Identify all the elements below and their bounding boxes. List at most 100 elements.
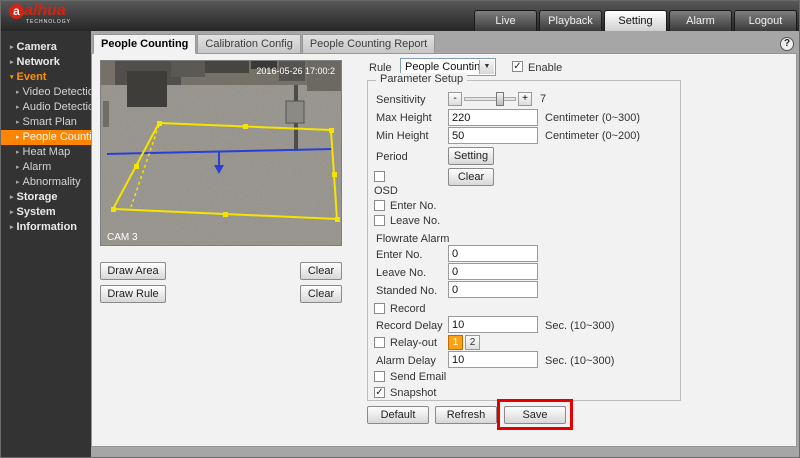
min-height-label: Min Height <box>376 130 429 142</box>
min-height-input[interactable] <box>448 127 538 144</box>
sidebar-item-smart-plan[interactable]: ▸ Smart Plan <box>1 115 91 130</box>
logo-tagline: TECHNOLOGY <box>26 19 72 26</box>
nav-live-button[interactable]: Live <box>474 10 537 31</box>
dahua-logo-icon: a <box>9 3 24 19</box>
sidebar-item-storage[interactable]: ▸ Storage <box>1 190 91 205</box>
enter-no-label: Enter No. <box>390 200 437 212</box>
sensitivity-slider: - + 7 <box>448 92 578 107</box>
sidebar-item-audio-detection[interactable]: ▸ Audio Detection <box>1 100 100 115</box>
osd-clear-button[interactable]: Clear <box>448 168 494 186</box>
flowrate-leave-label: Leave No. <box>376 267 427 279</box>
sidebar-item-alarm[interactable]: ▸ Alarm <box>1 160 91 175</box>
enable-checkbox[interactable] <box>512 61 523 72</box>
draw-rule-button[interactable]: Draw Rule <box>100 285 166 303</box>
flowrate-enter-label: Enter No. <box>376 249 423 261</box>
nav-logout-button[interactable]: Logout <box>734 10 797 31</box>
sensitivity-label: Sensitivity <box>376 94 426 106</box>
sidebar-item-abnormality[interactable]: ▸ Abnormality <box>1 175 91 190</box>
camera-preview-image: 2016-05-26 17:00:2 CAM 3 <box>101 61 341 245</box>
collapse-arrow-icon: ▾ <box>10 74 14 81</box>
draw-area-button[interactable]: Draw Area <box>100 262 166 280</box>
parameter-setup-group: Parameter Setup Sensitivity - + 7 Max He… <box>367 73 681 401</box>
post <box>103 101 109 127</box>
tab-calibration-config[interactable]: Calibration Config <box>197 34 301 54</box>
camera-preview-canvas[interactable]: 2016-05-26 17:00:2 CAM 3 <box>100 60 342 246</box>
expand-arrow-icon: ▸ <box>10 194 14 201</box>
leave-no-checkbox[interactable] <box>374 215 385 226</box>
flowrate-leave-input[interactable] <box>448 263 538 280</box>
expand-arrow-icon: ▸ <box>10 44 14 51</box>
max-height-input[interactable] <box>448 109 538 126</box>
slider-handle[interactable] <box>496 92 504 106</box>
send-email-checkbox[interactable] <box>374 371 385 382</box>
sidebar-item-network[interactable]: ▸ Network <box>1 55 91 70</box>
sidebar-item-information[interactable]: ▸ Information <box>1 220 91 235</box>
record-checkbox[interactable] <box>374 303 385 314</box>
bullet-arrow-icon: ▸ <box>16 149 20 156</box>
slider-minus-button[interactable]: - <box>448 92 462 106</box>
alarm-delay-input[interactable] <box>448 351 538 368</box>
main-content: People Counting Calibration Config Peopl… <box>91 31 799 450</box>
dahua-logo: a alhua TECHNOLOGY <box>9 3 71 25</box>
relay-out-label: Relay-out <box>390 337 438 349</box>
snapshot-checkbox[interactable] <box>374 387 385 398</box>
send-email-label: Send Email <box>390 371 447 383</box>
camera-name-overlay: CAM 3 <box>107 232 138 243</box>
record-delay-hint: Sec. (10~300) <box>545 320 615 332</box>
nav-playback-button[interactable]: Playback <box>539 10 602 31</box>
sidebar: ▸ Camera ▸ Network ▾ Event ▸ Video Detection… <box>1 31 104 457</box>
sidebar-item-system[interactable]: ▸ System <box>1 205 91 220</box>
expand-arrow-icon: ▸ <box>10 224 14 231</box>
period-label: Period <box>376 151 408 163</box>
tab-bar: People Counting Calibration Config Peopl… <box>93 34 436 54</box>
period-setting-button[interactable]: Setting <box>448 147 494 165</box>
save-button[interactable]: Save <box>504 406 566 424</box>
chevron-down-icon: ▼ <box>479 60 494 74</box>
bullet-arrow-icon: ▸ <box>16 104 20 111</box>
osd-checkbox[interactable] <box>374 171 385 182</box>
sidebar-item-event[interactable]: ▾ Event <box>1 70 91 85</box>
sidebar-item-heat-map[interactable]: ▸ Heat Map <box>1 145 91 160</box>
enter-no-checkbox[interactable] <box>374 200 385 211</box>
sidebar-item-video-detection[interactable]: ▸ Video Detection <box>1 85 100 100</box>
machinery <box>127 71 167 107</box>
tab-people-counting-report[interactable]: People Counting Report <box>301 34 436 54</box>
min-height-hint: Centimeter (0~200) <box>545 130 641 142</box>
bullet-arrow-icon: ▸ <box>16 164 20 171</box>
nav-alarm-button[interactable]: Alarm <box>669 10 732 31</box>
max-height-label: Max Height <box>376 112 432 124</box>
nav-setting-button[interactable]: Setting <box>604 10 667 31</box>
record-label: Record <box>390 303 426 315</box>
flowrate-standed-label: Standed No. <box>376 285 438 297</box>
clear-rule-button[interactable]: Clear <box>300 285 342 303</box>
sidebar-item-people-counting[interactable]: ▸ People Counting <box>1 130 104 145</box>
osd-label: OSD <box>374 185 398 197</box>
relay-out-checkbox[interactable] <box>374 337 385 348</box>
clear-area-button[interactable]: Clear <box>300 262 342 280</box>
help-icon[interactable]: ? <box>780 37 794 51</box>
timestamp-overlay: 2016-05-26 17:00:2 <box>256 66 335 76</box>
relay-out-1-button[interactable]: 1 <box>448 335 463 350</box>
sidebar-item-camera[interactable]: ▸ Camera <box>1 40 91 55</box>
slider-plus-button[interactable]: + <box>518 92 532 106</box>
expand-arrow-icon: ▸ <box>10 59 14 66</box>
machinery <box>171 61 205 77</box>
tab-people-counting[interactable]: People Counting <box>93 34 197 54</box>
relay-out-2-button[interactable]: 2 <box>465 335 480 350</box>
record-delay-input[interactable] <box>448 316 538 333</box>
flowrate-alarm-title: Flowrate Alarm <box>376 233 450 245</box>
bullet-arrow-icon: ▸ <box>16 134 20 141</box>
rule-select-value: People Counting <box>405 61 487 73</box>
alarm-delay-hint: Sec. (10~300) <box>545 355 615 367</box>
max-height-hint: Centimeter (0~300) <box>545 112 641 124</box>
refresh-button[interactable]: Refresh <box>435 406 497 424</box>
default-button[interactable]: Default <box>367 406 429 424</box>
leave-no-label: Leave No. <box>390 215 441 227</box>
slider-track[interactable] <box>464 97 516 101</box>
snapshot-label: Snapshot <box>390 387 437 399</box>
flowrate-enter-input[interactable] <box>448 245 538 262</box>
dahua-camera-web-ui: a alhua TECHNOLOGY Live Playback Setting … <box>0 0 800 458</box>
machinery <box>205 61 249 73</box>
flowrate-standed-input[interactable] <box>448 281 538 298</box>
top-bar: a alhua TECHNOLOGY Live Playback Setting … <box>1 1 799 31</box>
